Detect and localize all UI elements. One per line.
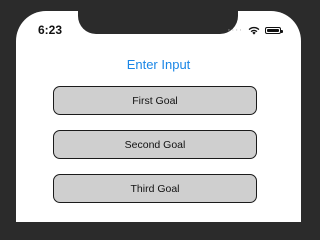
page-title: Enter Input — [126, 57, 191, 72]
wifi-icon — [248, 26, 260, 35]
device-notch — [78, 11, 238, 34]
signal-dots-icon: ···· — [227, 25, 243, 36]
third-goal-button[interactable]: Third Goal — [53, 174, 257, 203]
phone-screen: 6:23 ···· Enter Input First Goal Second … — [16, 11, 301, 222]
battery-level — [267, 29, 279, 32]
device-frame: 6:23 ···· Enter Input First Goal Second … — [0, 0, 311, 222]
second-goal-button[interactable]: Second Goal — [53, 130, 257, 159]
first-goal-button[interactable]: First Goal — [53, 86, 257, 115]
status-icons: ···· — [227, 25, 283, 36]
status-time: 6:23 — [38, 23, 63, 37]
battery-icon — [265, 27, 283, 34]
